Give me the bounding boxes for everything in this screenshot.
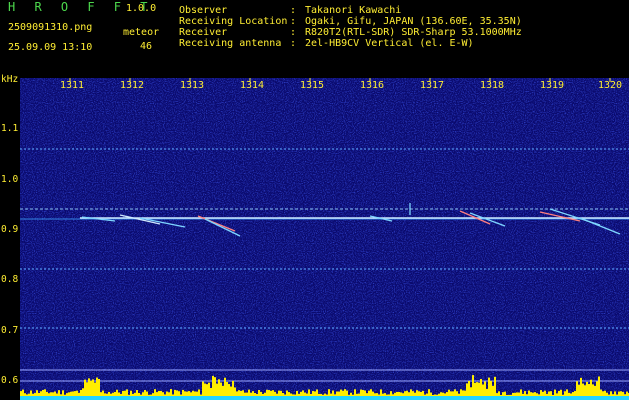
x-tick-label: 1317 [420, 80, 445, 91]
observer-colon: : [290, 5, 297, 16]
x-tick-label: 1314 [240, 80, 265, 91]
y-tick-label: 0.9 [1, 224, 19, 235]
location-colon: : [290, 16, 297, 27]
file-name: 2509091310.png [8, 22, 93, 33]
x-tick-label: 1319 [540, 80, 565, 91]
observer-value: Takanori Kawachi [305, 5, 402, 16]
x-tick-label: 1312 [120, 80, 145, 91]
location-value: Ogaki, Gifu, JAPAN (136.60E, 35.35N) [305, 16, 522, 27]
receiver-value: R820T2(RTL-SDR) SDR-Sharp 53.1000MHz [305, 27, 522, 38]
y-tick-label: 0.6 [1, 375, 19, 386]
y-tick-label: 1.0 [1, 174, 19, 185]
y-tick-label: 0.7 [1, 325, 19, 336]
antenna-colon: : [290, 38, 297, 49]
x-tick-label: 1318 [480, 80, 505, 91]
receiver-colon: : [290, 27, 297, 38]
spectrogram-noise [20, 78, 629, 400]
x-tick-label: 1311 [60, 80, 85, 91]
app-version: 1.0.0 [126, 3, 157, 14]
y-tick-label: 1.1 [1, 123, 19, 134]
x-tick-label: 1315 [300, 80, 325, 91]
y-unit-label: kHz [1, 74, 19, 85]
frequency-axis: kHz 1.1 1.0 0.9 0.8 0.7 0.6 [0, 74, 20, 400]
antenna-label: Receiving antenna [179, 38, 282, 49]
y-tick-label: 0.8 [1, 274, 19, 285]
header-panel: H R O F F T 1.0.0 2509091310.png 25.09.0… [0, 0, 629, 78]
x-tick-label: 1316 [360, 80, 385, 91]
x-tick-label: 1313 [180, 80, 205, 91]
level-baseline [20, 396, 629, 400]
x-tick-label: 1320 [598, 80, 623, 91]
observer-label: Observer [179, 5, 228, 16]
meteor-count-label: meteor [123, 27, 160, 38]
meteor-count-value: 46 [140, 41, 153, 52]
antenna-value: 2el-HB9CV Vertical (el. E-W) [305, 38, 474, 49]
date-time: 25.09.09 13:10 [8, 42, 93, 53]
spectrogram-plot [20, 78, 629, 400]
receiver-label: Receiver [179, 27, 228, 38]
location-label: Receiving Location [179, 16, 288, 27]
